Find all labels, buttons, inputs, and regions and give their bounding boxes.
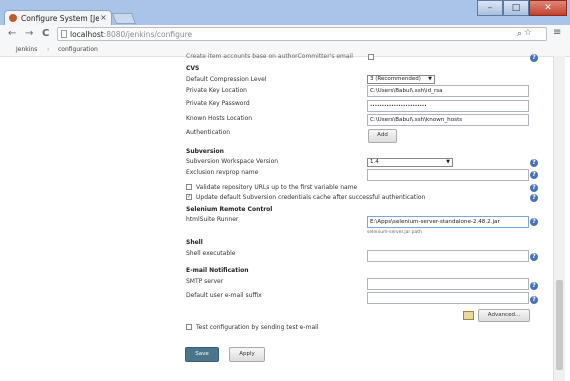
page-icon (61, 30, 67, 38)
email-suffix-label: Default user e-mail suffix (186, 292, 262, 299)
svn-workspace-value: 1.4 (370, 159, 379, 165)
help-icon[interactable]: ? (530, 282, 538, 290)
window-titlebar: Configure System [Je × – □ ✕ (0, 0, 570, 25)
section-shell: Shell (186, 239, 203, 246)
breadcrumb-separator: › (47, 46, 50, 53)
help-icon[interactable]: ? (530, 54, 538, 62)
validate-urls-checkbox[interactable] (186, 184, 192, 190)
test-email-checkbox[interactable] (186, 324, 192, 330)
smtp-server-field[interactable] (367, 278, 529, 290)
shell-executable-label: Shell executable (186, 250, 236, 257)
jenkins-favicon-icon (9, 14, 17, 22)
tab-title: Configure System [Je (21, 14, 99, 23)
chevron-down-icon: ▼ (446, 159, 450, 165)
validate-urls-label: Validate repository URLs up to the first… (196, 184, 358, 191)
forward-icon[interactable]: → (25, 28, 33, 39)
url-text: localhost:8080/jenkins/configure (70, 30, 192, 39)
star-icon[interactable]: ☆ (524, 28, 532, 38)
runner-hint: selenium-server.jar path (367, 230, 422, 235)
menu-icon[interactable]: ≡ (553, 27, 561, 38)
section-selenium: Selenium Remote Control (186, 206, 273, 213)
compression-select[interactable]: 3 (Recommended) ▼ (367, 75, 435, 84)
scrollbar[interactable] (553, 56, 565, 381)
key-password-label: Private Key Password (186, 100, 250, 107)
apply-button[interactable]: Apply (229, 347, 265, 362)
exclusion-label: Exclusion revprop name (186, 169, 259, 176)
smtp-server-label: SMTP server (186, 278, 224, 285)
maximize-button[interactable]: □ (503, 0, 529, 16)
help-icon[interactable]: ? (530, 171, 538, 179)
help-icon[interactable]: ? (530, 296, 538, 304)
key-location-label: Private Key Location (186, 87, 247, 94)
breadcrumb-configuration[interactable]: configuration (58, 46, 98, 53)
compression-label: Default Compression Level (186, 76, 267, 83)
compression-value: 3 (Recommended) (370, 76, 421, 82)
url-path: :8080/jenkins/configure (103, 30, 193, 39)
breadcrumb-jenkins[interactable]: Jenkins (16, 46, 37, 53)
help-icon[interactable]: ? (530, 184, 538, 192)
url-host: localhost (70, 30, 104, 39)
scrollbar-thumb[interactable] (556, 280, 563, 370)
cutoff-checkbox[interactable] (368, 54, 374, 60)
help-icon[interactable]: ? (530, 253, 538, 261)
close-window-button[interactable]: ✕ (529, 0, 567, 16)
help-icon[interactable]: ? (530, 194, 538, 202)
key-password-field[interactable]: •••••••••••••••••••••••• (367, 100, 529, 112)
email-suffix-field[interactable] (367, 292, 529, 304)
shell-executable-field[interactable] (367, 250, 529, 262)
known-hosts-field[interactable]: C:\Users\Babul\.ssh\known_hosts (367, 114, 529, 126)
help-icon[interactable]: ? (530, 159, 538, 167)
cutoff-label: Create item accounts base on authorCommi… (186, 53, 353, 60)
chevron-down-icon: ▼ (428, 76, 432, 82)
browser-toolbar: ← → C localhost:8080/jenkins/configure ⌕… (0, 25, 570, 45)
advanced-button[interactable]: Advanced... (478, 309, 530, 322)
section-email: E-mail Notification (186, 267, 249, 274)
authentication-label: Authentication (186, 129, 231, 136)
section-subversion: Subversion (186, 148, 224, 155)
minimize-button[interactable]: – (477, 0, 503, 16)
new-tab-button[interactable] (111, 13, 137, 24)
htmlsuite-runner-field[interactable]: E:\Apps\selenium-server-standalone-2.48.… (367, 216, 529, 228)
notepad-icon (463, 311, 474, 320)
update-credentials-checkbox[interactable]: ✓ (186, 194, 192, 200)
search-icon[interactable]: ⌕ (517, 29, 522, 39)
exclusion-field[interactable] (367, 169, 529, 181)
update-credentials-label: Update default Subversion credentials ca… (196, 194, 426, 201)
test-email-label: Test configuration by sending test e-mai… (196, 324, 319, 331)
htmlsuite-runner-label: htmlSuite Runner (186, 216, 239, 223)
known-hosts-label: Known Hosts Location (186, 115, 253, 122)
help-icon[interactable]: ? (530, 218, 538, 226)
add-button[interactable]: Add (368, 129, 397, 143)
svn-workspace-label: Subversion Workspace Version (186, 158, 279, 165)
tab-close-icon[interactable]: × (100, 13, 107, 22)
save-button[interactable]: Save (185, 347, 219, 362)
address-bar[interactable]: localhost:8080/jenkins/configure ⌕ ☆ (57, 27, 547, 41)
key-location-field[interactable]: C:\Users\Babul\.ssh\id_rsa (367, 85, 529, 97)
reload-icon[interactable]: C (42, 28, 49, 39)
back-icon[interactable]: ← (8, 28, 16, 39)
browser-tab[interactable]: Configure System [Je × (4, 10, 112, 25)
section-cvs: CVS (186, 65, 200, 72)
svn-workspace-select[interactable]: 1.4 ▼ (367, 158, 453, 167)
